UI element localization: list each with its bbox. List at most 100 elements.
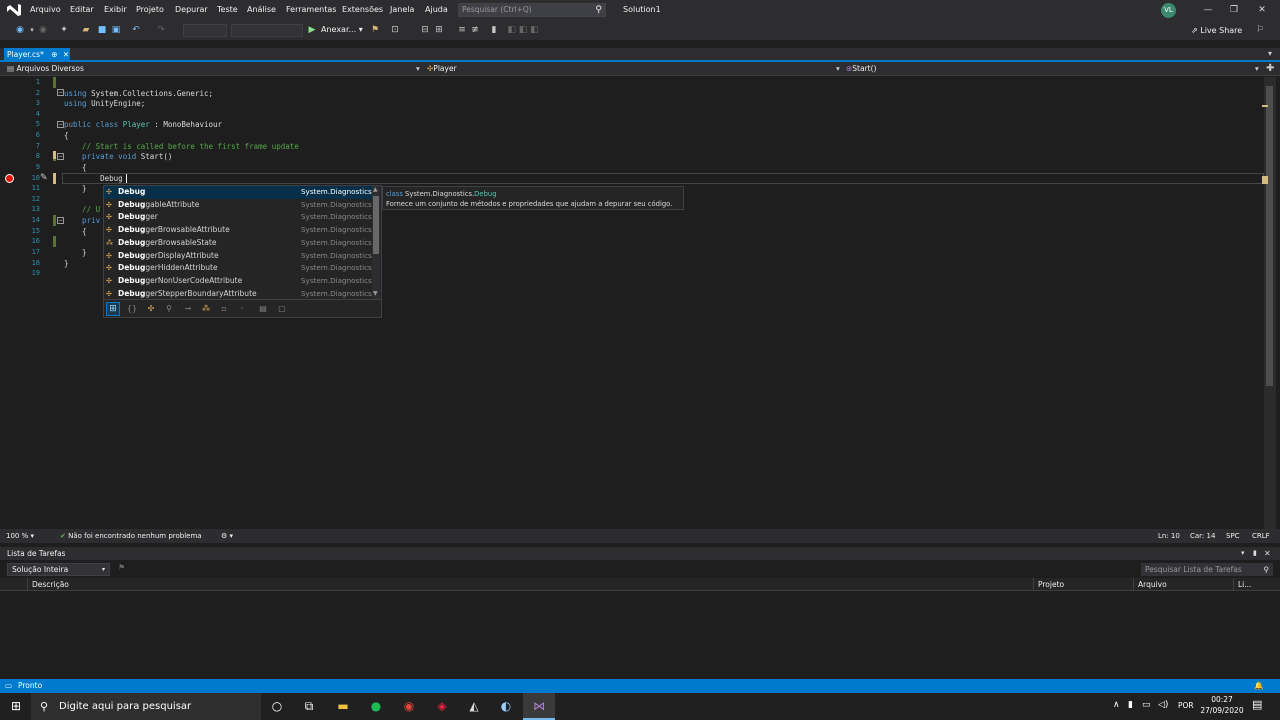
completion-item[interactable]: ✣ DebuggableAttribute System.Diagnostics [104, 199, 372, 212]
start-debug-icon[interactable]: ▶ [308, 21, 316, 39]
snippet-filter-icon[interactable]: ▤ [257, 303, 269, 315]
project-nav-dropdown[interactable]: ▤ Arquivos Diversos [7, 62, 84, 76]
expand-filter-icon[interactable]: ⊞ [106, 302, 120, 316]
editor-scroll-thumb[interactable] [1266, 86, 1273, 386]
menu-depurar[interactable]: Depurar [175, 0, 208, 20]
code-cleanup-icon[interactable]: ⚙ ▾ [221, 529, 233, 543]
menu-editar[interactable]: Editar [70, 0, 94, 20]
taskbar-clock[interactable]: 00:27 27/09/2020 [1198, 694, 1246, 716]
member-nav-arrow-icon[interactable]: ▾ [1255, 62, 1259, 76]
pin-icon[interactable]: ⊕ [51, 50, 57, 59]
breakpoint-icon[interactable] [5, 174, 14, 183]
enum-filter-icon[interactable]: ⁂ [200, 303, 212, 315]
close-window-icon[interactable]: ✕ [1252, 0, 1272, 20]
completion-item[interactable]: ✣ DebuggerNonUserCodeAttribute System.Diag… [104, 275, 372, 288]
col-linha[interactable]: Li... [1233, 578, 1273, 591]
class-nav-arrow-icon[interactable]: ▾ [836, 62, 840, 76]
delegate-filter-icon[interactable]: ⚲ [163, 303, 175, 315]
completion-item[interactable]: ✣ Debugger System.Diagnostics [104, 211, 372, 224]
steam-icon[interactable]: ◐ [490, 693, 522, 720]
problems-indicator[interactable]: ✔ Não foi encontrado nenhum problema [60, 529, 202, 543]
whitespace-indicator[interactable]: SPC [1226, 529, 1240, 543]
task-view-icon[interactable]: ⧉ [293, 693, 325, 720]
menu-projeto[interactable]: Projeto [136, 0, 164, 20]
minimize-icon[interactable]: — [1198, 0, 1218, 20]
network-icon[interactable]: ▭ [1142, 700, 1151, 710]
restore-icon[interactable]: ❐ [1224, 0, 1244, 20]
visual-studio-icon[interactable]: ⋈ [523, 693, 555, 720]
fold-toggle-icon[interactable]: − [57, 153, 64, 160]
undo-icon[interactable]: ↶ [130, 21, 142, 39]
feedback-icon[interactable]: ⚐ [1254, 21, 1266, 39]
fold-toggle-icon[interactable]: − [57, 217, 64, 224]
task-search-input[interactable]: Pesquisar Lista de Tarefas ⚲ [1141, 563, 1273, 576]
fold-toggle-icon[interactable]: − [57, 121, 64, 128]
completion-item[interactable]: ✣ DebuggerStepperBoundaryAttribute System.… [104, 288, 372, 301]
windows-start-icon[interactable]: ⊞ [0, 693, 32, 720]
split-editor-icon[interactable]: ✚ [1266, 62, 1274, 76]
microphone-icon[interactable]: ▮ [1128, 700, 1133, 710]
struct-filter-icon[interactable]: ▫ [218, 303, 230, 315]
menu-arquivo[interactable]: Arquivo [30, 0, 61, 20]
keyword-filter-icon[interactable]: ◦ [236, 303, 248, 315]
bookmark-icon[interactable]: ▮ [488, 21, 500, 39]
line-ending-indicator[interactable]: CRLF [1252, 529, 1270, 543]
menu-ajuda[interactable]: Ajuda [425, 0, 448, 20]
col-arquivo[interactable]: Arquivo [1133, 578, 1233, 591]
forward-icon[interactable]: ◉ [38, 21, 48, 39]
zoom-dropdown[interactable]: 100 % ▾ [6, 529, 34, 543]
redo-icon[interactable]: ↷ [155, 21, 167, 39]
taskbar-search[interactable]: ⚲ Digite aqui para pesquisar [31, 693, 261, 720]
filter-icon[interactable]: ⚑ [118, 563, 125, 572]
app-icon[interactable]: ◈ [426, 693, 458, 720]
menu-extensoes[interactable]: Extensões [342, 0, 383, 20]
task-scope-select[interactable]: Solução Inteira ▾ [7, 563, 110, 576]
visual-studio-logo-icon[interactable] [6, 3, 22, 17]
menu-exibir[interactable]: Exibir [104, 0, 127, 20]
panel-close-icon[interactable]: ✕ [1264, 547, 1271, 560]
namespace-filter-icon[interactable]: {} [126, 303, 138, 315]
col-projeto[interactable]: Projeto [1033, 578, 1133, 591]
uncomment-icon[interactable]: ≢ [469, 21, 481, 39]
solution-config-select[interactable] [183, 24, 227, 37]
completion-item[interactable]: ✣ DebuggerBrowsableAttribute System.Diagno… [104, 224, 372, 237]
attach-to-process-icon[interactable]: ⚑ [369, 21, 381, 39]
fold-toggle-icon[interactable]: − [57, 89, 64, 96]
panel-dropdown-icon[interactable]: ▾ [1241, 547, 1245, 560]
language-indicator[interactable]: POR [1178, 701, 1194, 710]
bookmark-nav-icons[interactable]: ◧ ◧ ◧ [503, 21, 543, 39]
action-center-icon[interactable]: ▤ [1252, 698, 1262, 711]
tab-list-dropdown-icon[interactable]: ▾ [1268, 49, 1272, 58]
open-folder-icon[interactable]: ▰ [80, 21, 92, 39]
completion-item[interactable]: ⁂ DebuggerBrowsableState System.Diagnostic… [104, 237, 372, 250]
solution-platform-select[interactable] [231, 24, 303, 37]
new-project-icon[interactable]: ✦ [58, 21, 70, 39]
menu-teste[interactable]: Teste [217, 0, 238, 20]
scroll-down-icon[interactable]: ▼ [373, 290, 378, 297]
class-nav-dropdown[interactable]: ✣Player [427, 62, 457, 76]
tray-overflow-icon[interactable]: ∧ [1113, 700, 1120, 710]
class-filter-icon[interactable]: ✣ [145, 303, 157, 315]
live-share-button[interactable]: ⇗ Live Share [1191, 21, 1242, 41]
back-dropdown-icon[interactable]: ▾ [28, 21, 36, 39]
scroll-up-icon[interactable]: ▲ [373, 186, 378, 193]
back-icon[interactable]: ◉ [14, 21, 26, 39]
completion-item[interactable]: ✣ DebuggerDisplayAttribute System.Diagnost… [104, 250, 372, 263]
col-descricao[interactable]: Descrição [27, 578, 1032, 591]
menu-analise[interactable]: Análise [247, 0, 276, 20]
save-all-icon[interactable]: ▣ [110, 21, 122, 39]
completion-item[interactable]: ✣ DebuggerHiddenAttribute System.Diagnosti… [104, 262, 372, 275]
save-icon[interactable]: ■ [96, 21, 108, 39]
quick-actions-icon[interactable]: ✎ [40, 173, 48, 184]
close-tab-icon[interactable]: ✕ [63, 50, 69, 59]
file-explorer-icon[interactable]: ▬ [327, 693, 359, 720]
indent-icon[interactable]: ⊞ [433, 21, 445, 39]
tab-player-cs[interactable]: Player.cs* ⊕ ✕ [4, 48, 70, 62]
cortana-icon[interactable]: ○ [261, 693, 293, 720]
project-nav-arrow-icon[interactable]: ▾ [416, 62, 420, 76]
member-nav-dropdown[interactable]: ⊛Start() [846, 62, 876, 76]
unity-icon[interactable]: ◭ [458, 693, 490, 720]
comment-icon[interactable]: ≡ [456, 21, 468, 39]
attach-button[interactable]: Anexar... ▾ [321, 21, 363, 39]
intellisense-completion-list[interactable]: ✣ Debug System.Diagnostics ✣ DebuggableAttr… [103, 185, 382, 300]
